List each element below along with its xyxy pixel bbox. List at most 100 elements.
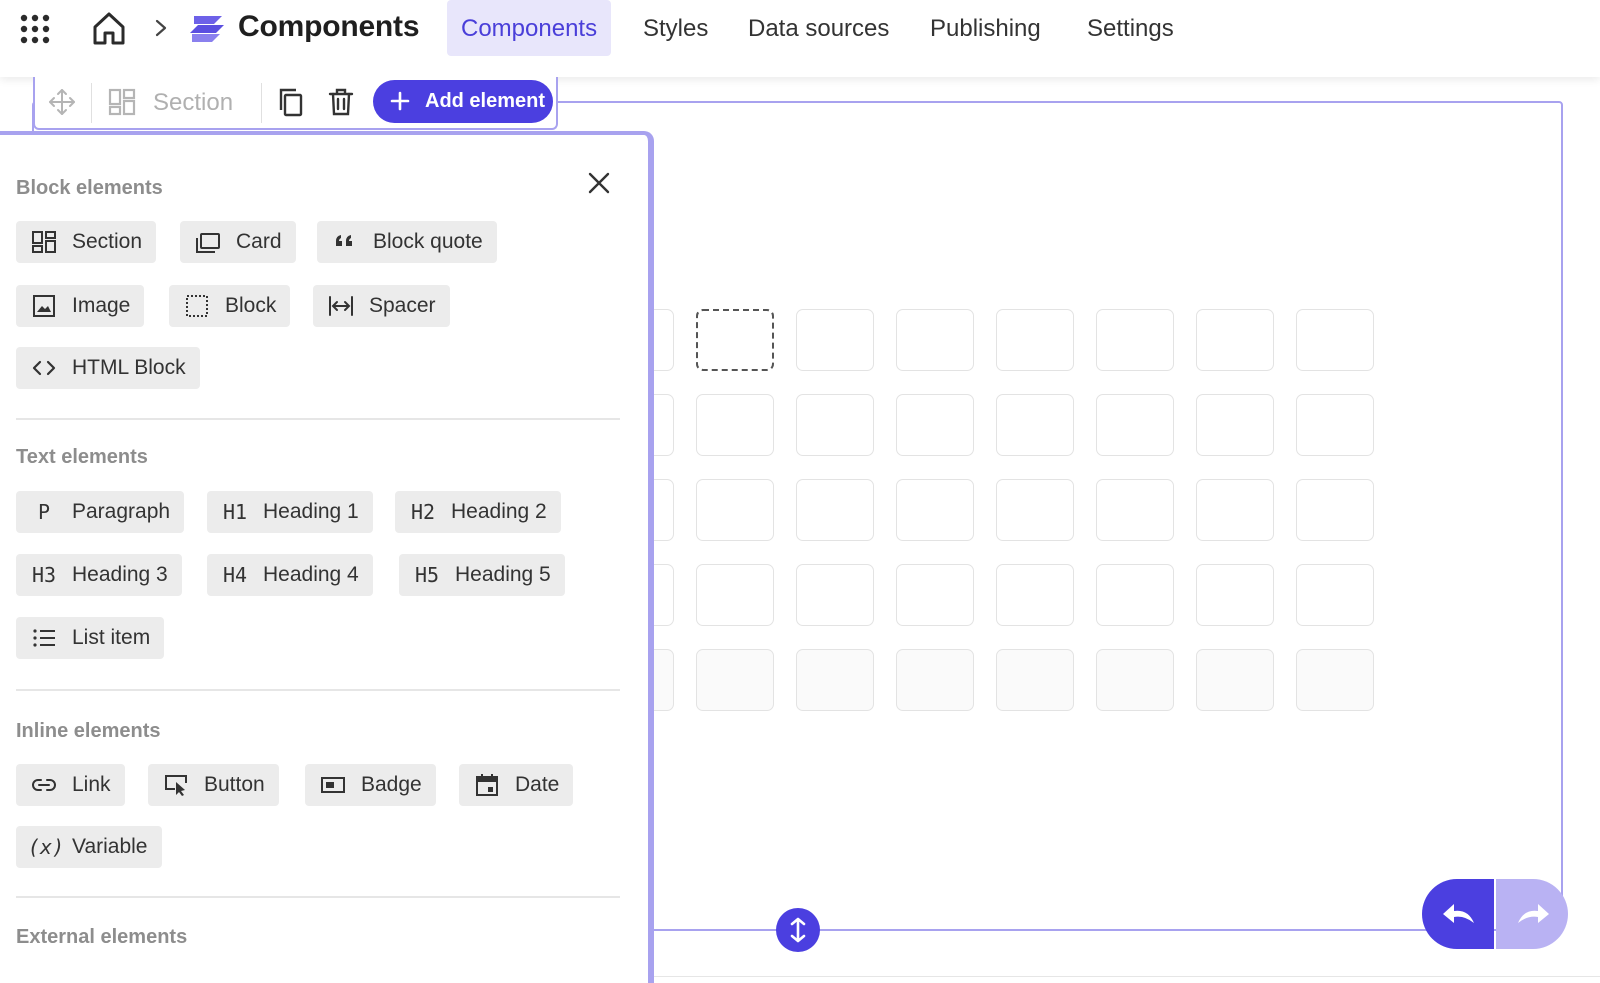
redo-button[interactable] bbox=[1496, 879, 1568, 949]
add-element-panel: Block elements Section Card Block quote … bbox=[0, 131, 654, 983]
group-divider bbox=[16, 418, 620, 420]
grid-cell[interactable] bbox=[1096, 309, 1174, 371]
chip-block[interactable]: Block bbox=[169, 285, 291, 327]
grid-cell[interactable] bbox=[796, 394, 874, 456]
grid-cell[interactable] bbox=[996, 394, 1074, 456]
grid-cell[interactable] bbox=[996, 649, 1074, 711]
grid-cell[interactable] bbox=[1196, 649, 1274, 711]
grid-cell[interactable] bbox=[1296, 564, 1374, 626]
grid-cell[interactable] bbox=[896, 649, 974, 711]
tab-data-sources[interactable]: Data sources bbox=[734, 0, 903, 56]
calendar-icon bbox=[476, 774, 498, 796]
grid-cell[interactable] bbox=[996, 564, 1074, 626]
element-toolbar: Section Add element bbox=[33, 77, 558, 130]
chip-label: Heading 1 bbox=[263, 500, 359, 523]
home-icon[interactable] bbox=[91, 10, 127, 46]
chip-spacer[interactable]: Spacer bbox=[313, 285, 450, 327]
chip-date[interactable]: Date bbox=[459, 764, 574, 806]
redo-icon bbox=[1518, 904, 1549, 923]
chip-heading-4[interactable]: H4 Heading 4 bbox=[207, 554, 373, 596]
grid-cell[interactable] bbox=[1196, 309, 1274, 371]
chip-block-quote[interactable]: Block quote bbox=[317, 221, 497, 263]
grid-cell[interactable] bbox=[1196, 564, 1274, 626]
toolbar-divider bbox=[261, 83, 262, 123]
group-title-block: Block elements bbox=[16, 177, 163, 199]
tab-publishing[interactable]: Publishing bbox=[916, 0, 1055, 56]
image-icon bbox=[33, 295, 55, 317]
add-element-button[interactable]: Add element bbox=[373, 80, 553, 123]
delete-icon[interactable] bbox=[325, 86, 357, 118]
close-icon[interactable] bbox=[584, 168, 614, 198]
chip-list-item[interactable]: List item bbox=[16, 617, 165, 659]
variable-icon: (x) bbox=[28, 835, 65, 859]
app-logo-icon bbox=[190, 16, 224, 42]
grid-cell[interactable] bbox=[696, 309, 774, 371]
chip-label: Block bbox=[225, 294, 277, 317]
duplicate-icon[interactable] bbox=[275, 86, 307, 118]
grid-cell[interactable] bbox=[796, 309, 874, 371]
grid-cell[interactable] bbox=[1196, 479, 1274, 541]
grid-cell[interactable] bbox=[696, 649, 774, 711]
grid-cell[interactable] bbox=[796, 479, 874, 541]
paragraph-icon: P bbox=[37, 500, 51, 524]
chip-label: Badge bbox=[361, 773, 422, 796]
heading-3-icon: H3 bbox=[31, 563, 57, 587]
grid-cell[interactable] bbox=[796, 564, 874, 626]
chip-label: Heading 5 bbox=[455, 563, 551, 586]
grid-cell[interactable] bbox=[796, 649, 874, 711]
chip-label: Heading 3 bbox=[72, 563, 168, 586]
grid-cell[interactable] bbox=[1296, 309, 1374, 371]
grid-cell[interactable] bbox=[696, 564, 774, 626]
grid-cell[interactable] bbox=[1196, 394, 1274, 456]
chip-button[interactable]: Button bbox=[148, 764, 279, 806]
grid-cell[interactable] bbox=[896, 309, 974, 371]
chip-heading-1[interactable]: H1 Heading 1 bbox=[207, 491, 373, 533]
chip-paragraph[interactable]: P Paragraph bbox=[16, 491, 185, 533]
group-divider bbox=[16, 896, 620, 898]
grid-cell[interactable] bbox=[1296, 649, 1374, 711]
top-navigation: Components Components Styles Data source… bbox=[0, 0, 1600, 77]
quote-icon bbox=[336, 235, 352, 246]
chip-html-block[interactable]: HTML Block bbox=[16, 347, 200, 389]
grid-cell[interactable] bbox=[896, 394, 974, 456]
resize-handle[interactable] bbox=[776, 908, 820, 952]
grid-cell[interactable] bbox=[696, 479, 774, 541]
grid-cell[interactable] bbox=[1096, 564, 1174, 626]
grid-cell[interactable] bbox=[996, 479, 1074, 541]
grid-cell[interactable] bbox=[1296, 479, 1374, 541]
grid-cell[interactable] bbox=[896, 564, 974, 626]
chip-link[interactable]: Link bbox=[16, 764, 125, 806]
chip-label: Variable bbox=[72, 835, 148, 858]
chip-card[interactable]: Card bbox=[180, 221, 296, 263]
tab-styles[interactable]: Styles bbox=[629, 0, 722, 56]
chip-image[interactable]: Image bbox=[16, 285, 145, 327]
move-icon[interactable] bbox=[47, 87, 77, 117]
section-icon bbox=[32, 231, 56, 253]
chip-badge[interactable]: Badge bbox=[305, 764, 436, 806]
chip-heading-3[interactable]: H3 Heading 3 bbox=[16, 554, 182, 596]
grid-cell[interactable] bbox=[896, 479, 974, 541]
plus-icon bbox=[390, 91, 410, 111]
chip-variable[interactable]: (x) Variable bbox=[16, 826, 162, 868]
chip-label: Block quote bbox=[373, 230, 483, 253]
grid-cell[interactable] bbox=[1096, 649, 1174, 711]
chip-label: HTML Block bbox=[72, 356, 186, 379]
grid-cell[interactable] bbox=[1296, 394, 1374, 456]
chip-heading-2[interactable]: H2 Heading 2 bbox=[395, 491, 561, 533]
section-icon bbox=[108, 88, 136, 116]
chip-label: Card bbox=[236, 230, 282, 253]
list-icon bbox=[33, 629, 55, 647]
grid-cell[interactable] bbox=[1096, 394, 1174, 456]
chip-section[interactable]: Section bbox=[16, 221, 157, 263]
chip-label: Heading 4 bbox=[263, 563, 359, 586]
tab-components[interactable]: Components bbox=[447, 0, 612, 56]
apps-grid-icon[interactable] bbox=[20, 14, 50, 44]
tab-settings[interactable]: Settings bbox=[1073, 0, 1188, 56]
grid-cell[interactable] bbox=[996, 309, 1074, 371]
undo-button[interactable] bbox=[1422, 879, 1494, 949]
grid-cell[interactable] bbox=[696, 394, 774, 456]
grid-cell[interactable] bbox=[1096, 479, 1174, 541]
heading-5-icon: H5 bbox=[414, 563, 440, 587]
chip-label: Heading 2 bbox=[451, 500, 547, 523]
chip-heading-5[interactable]: H5 Heading 5 bbox=[399, 554, 565, 596]
